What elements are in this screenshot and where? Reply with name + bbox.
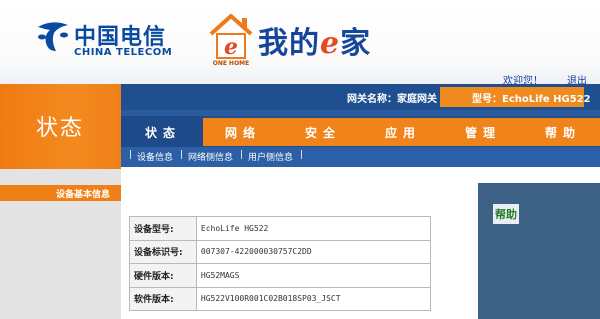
- tab-management[interactable]: 管理: [443, 118, 523, 146]
- gateway-name: 网关名称：家庭网关: [347, 94, 437, 105]
- sub-nav-separator: |: [180, 150, 184, 160]
- svg-text:e: e: [224, 34, 238, 60]
- device-info-table: 设备型号: EchoLife HG522 设备标识号: 007307-42200…: [129, 216, 432, 311]
- sub-nav-user-info[interactable]: 用户侧信息: [248, 150, 293, 163]
- router-admin-page: 中国电信 CHINA TELECOM e ONE HOME 我的e家 欢迎您！ …: [0, 0, 600, 319]
- brand-e: e: [320, 26, 341, 61]
- brand-title: 我的e家: [258, 18, 371, 62]
- row-label: 设备型号:: [129, 216, 197, 241]
- china-telecom-mark-icon: [38, 22, 68, 51]
- left-panel-title: 设备基本信息: [56, 190, 111, 200]
- sub-nav-separator: |: [240, 150, 244, 160]
- sub-nav-separator: |: [300, 150, 304, 160]
- row-value: HG52MAGS: [195, 263, 432, 288]
- tab-network[interactable]: 网络: [203, 118, 283, 146]
- help-title: 帮助: [493, 204, 519, 224]
- china-telecom-en-text: CHINA TELECOM: [74, 47, 173, 58]
- row-label: 软件版本:: [129, 286, 197, 311]
- row-value: 007307-422000030757C2DD: [195, 239, 432, 264]
- sub-nav-network-info[interactable]: 网络侧信息: [188, 150, 233, 163]
- model-label: 型号：EchoLife HG522: [472, 94, 591, 105]
- tab-help[interactable]: 帮助: [523, 118, 600, 146]
- header: 中国电信 CHINA TELECOM e ONE HOME 我的e家 欢迎您！ …: [0, 0, 600, 87]
- brand-suffix: 家: [340, 26, 372, 61]
- row-label: 硬件版本:: [129, 263, 197, 288]
- sub-nav-device-info[interactable]: 设备信息: [137, 150, 173, 163]
- table-row: 设备标识号: 007307-422000030757C2DD: [129, 239, 432, 264]
- house-icon: e: [209, 14, 253, 60]
- row-value: HG522V100R001C02B018SP03_JSCT: [195, 286, 432, 311]
- house-label: ONE HOME: [212, 60, 250, 67]
- table-row: 软件版本: HG522V100R001C02B018SP03_JSCT: [129, 286, 432, 311]
- tab-applications[interactable]: 应用: [363, 118, 443, 146]
- table-row: 设备型号: EchoLife HG522: [129, 216, 432, 241]
- tab-security[interactable]: 安全: [283, 118, 363, 146]
- row-value: EchoLife HG522: [195, 216, 432, 241]
- my-ehome-logo: e ONE HOME 我的e家: [208, 12, 393, 74]
- sub-nav-separator: |: [129, 150, 133, 160]
- tab-status[interactable]: 状态: [123, 118, 203, 146]
- section-title: 状态: [35, 116, 84, 141]
- china-telecom-logo: 中国电信 CHINA TELECOM: [34, 15, 172, 65]
- row-label: 设备标识号:: [129, 239, 197, 264]
- table-row: 硬件版本: HG52MAGS: [129, 263, 432, 288]
- brand-prefix: 我的: [258, 26, 320, 61]
